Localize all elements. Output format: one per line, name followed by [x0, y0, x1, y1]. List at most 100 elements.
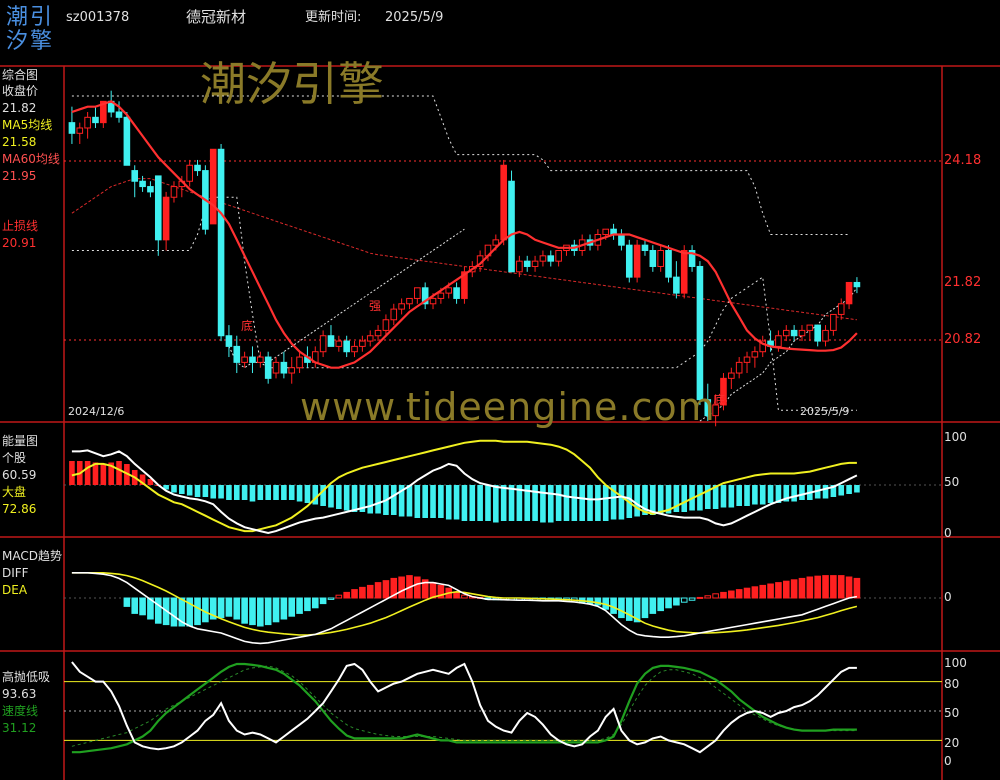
- energy-bar: [602, 485, 609, 521]
- energy-bar: [657, 485, 664, 514]
- candlestick-panel: [64, 90, 942, 427]
- energy-bar: [194, 485, 201, 497]
- candle-body: [414, 287, 421, 299]
- macd-bar: [311, 597, 319, 609]
- candle-body: [280, 361, 288, 374]
- macd-bar: [429, 582, 437, 599]
- macd-bar: [319, 597, 327, 605]
- macd-bar: [139, 597, 146, 616]
- y-tick-label: 100: [944, 430, 967, 444]
- macd-bar: [359, 586, 366, 599]
- candle-body: [633, 244, 641, 278]
- energy-bar: [343, 485, 350, 511]
- energy-bar: [822, 485, 829, 499]
- macd-bar: [728, 590, 735, 599]
- macd-bar: [343, 591, 350, 599]
- macd-bar: [751, 586, 759, 599]
- energy-title: 能量图: [2, 434, 39, 448]
- diff-label: DIFF: [2, 566, 29, 580]
- candle-body: [814, 324, 821, 342]
- candle-body: [84, 116, 91, 129]
- energy-bar: [186, 485, 193, 496]
- dea-label: DEA: [2, 583, 28, 597]
- candle-body: [272, 361, 280, 374]
- macd-bar: [775, 582, 782, 599]
- macd-bar: [296, 597, 303, 614]
- candle-body: [516, 260, 523, 273]
- macd-bar: [798, 577, 806, 599]
- candle-body: [845, 281, 853, 305]
- macd-bar: [759, 584, 767, 599]
- candle-body: [680, 250, 688, 294]
- candle-body: [523, 260, 531, 267]
- energy-bar: [720, 485, 727, 508]
- energy-bar: [367, 485, 374, 514]
- candle-body: [288, 367, 296, 374]
- speed-label: 速度线: [2, 704, 39, 718]
- candle-body: [445, 287, 453, 294]
- candle-body: [327, 335, 335, 347]
- energy-bar: [477, 485, 483, 521]
- energy-bar: [571, 485, 578, 521]
- candle-body: [225, 335, 233, 347]
- macd-bar: [398, 576, 405, 599]
- y-tick-label: 80: [944, 677, 960, 691]
- candle-body: [453, 287, 460, 299]
- energy-bar: [257, 485, 264, 500]
- candle-body: [241, 356, 248, 363]
- energy-bar: [218, 485, 224, 499]
- energy-bar: [406, 485, 413, 517]
- date-start: 2024/12/6: [68, 405, 125, 418]
- candle-body: [351, 345, 358, 353]
- macd-bar: [304, 597, 311, 612]
- energy-bar: [210, 485, 217, 499]
- candle-body: [257, 356, 264, 363]
- stock-code: sz001378: [66, 10, 130, 25]
- energy-bar: [540, 485, 546, 523]
- macd-bar: [814, 575, 821, 599]
- energy-bar: [438, 485, 444, 518]
- candle-body: [68, 122, 76, 134]
- macd-bar: [123, 597, 131, 607]
- energy-bar: [595, 485, 601, 521]
- energy-bar: [532, 485, 538, 521]
- macd-bar: [665, 597, 672, 609]
- candle-body: [170, 186, 178, 198]
- main-title: 综合图: [2, 68, 39, 82]
- energy-bar: [563, 485, 570, 521]
- macd-bar: [822, 575, 829, 599]
- candle-body: [115, 111, 123, 118]
- candle-body: [500, 164, 507, 241]
- speed-line: [71, 662, 857, 754]
- high-low-line: [71, 661, 857, 754]
- macd-bar: [830, 575, 837, 599]
- energy-bar: [100, 464, 107, 485]
- candle-body: [217, 148, 225, 337]
- candle-body: [743, 356, 751, 363]
- y-tick-label: 20: [944, 736, 960, 750]
- y-tick-label: 50: [944, 475, 960, 489]
- energy-bar: [587, 485, 593, 521]
- candle-body: [390, 308, 398, 321]
- candle-body: [359, 340, 366, 347]
- macd-bar: [618, 597, 625, 619]
- candle-body: [194, 164, 201, 172]
- energy-bar: [579, 485, 585, 521]
- macd-bar: [806, 576, 814, 599]
- macd-panel: [64, 572, 942, 645]
- macd-bar: [335, 594, 343, 599]
- watermark-cn: 潮汐引擎: [200, 57, 384, 111]
- candle-body: [131, 170, 139, 182]
- candle-body: [853, 281, 861, 288]
- candle-body: [728, 372, 735, 379]
- energy-panel: [64, 439, 942, 535]
- candle-body: [790, 329, 798, 337]
- y-tick-label: 0: [944, 754, 952, 768]
- candle-body: [782, 329, 790, 337]
- energy-bar: [249, 485, 256, 502]
- candle-body: [547, 255, 555, 262]
- macd-bar: [837, 575, 845, 599]
- osc-value: 93.63: [2, 687, 37, 701]
- close-label: 收盘价: [2, 84, 39, 98]
- candle-body: [366, 335, 374, 342]
